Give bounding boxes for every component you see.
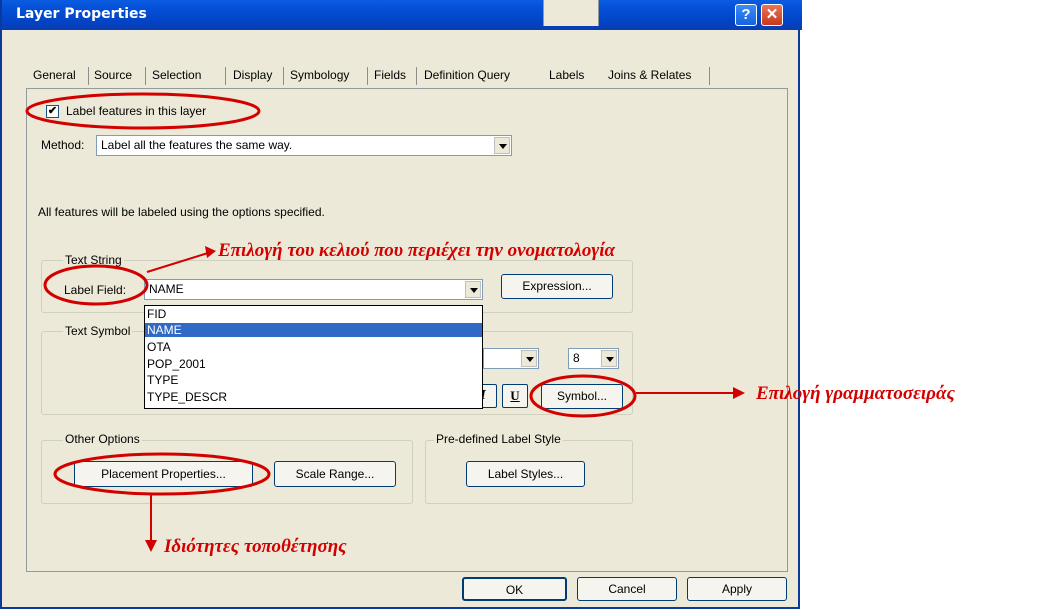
- highlight-ellipse-placement: [53, 452, 271, 496]
- highlight-ellipse-label-field: [43, 264, 149, 306]
- annotation-field-selection: Επιλογή του κελιού που περιέχει την ονομ…: [218, 240, 616, 261]
- highlight-ellipse-checkbox: [25, 92, 261, 130]
- annotation-placement-properties: Ιδιότητες τοποθέτησης: [164, 536, 347, 557]
- annotation-font-selection: Επιλογή γραμματοσειράς: [756, 383, 955, 404]
- arrow-line-field: [146, 252, 209, 273]
- highlight-ellipse-symbol: [529, 374, 637, 418]
- annotation-overlay: [25, 92, 745, 552]
- arrow-head-placement: [145, 540, 157, 552]
- arrow-head-field: [205, 246, 216, 258]
- arrow-head-symbol: [733, 387, 745, 399]
